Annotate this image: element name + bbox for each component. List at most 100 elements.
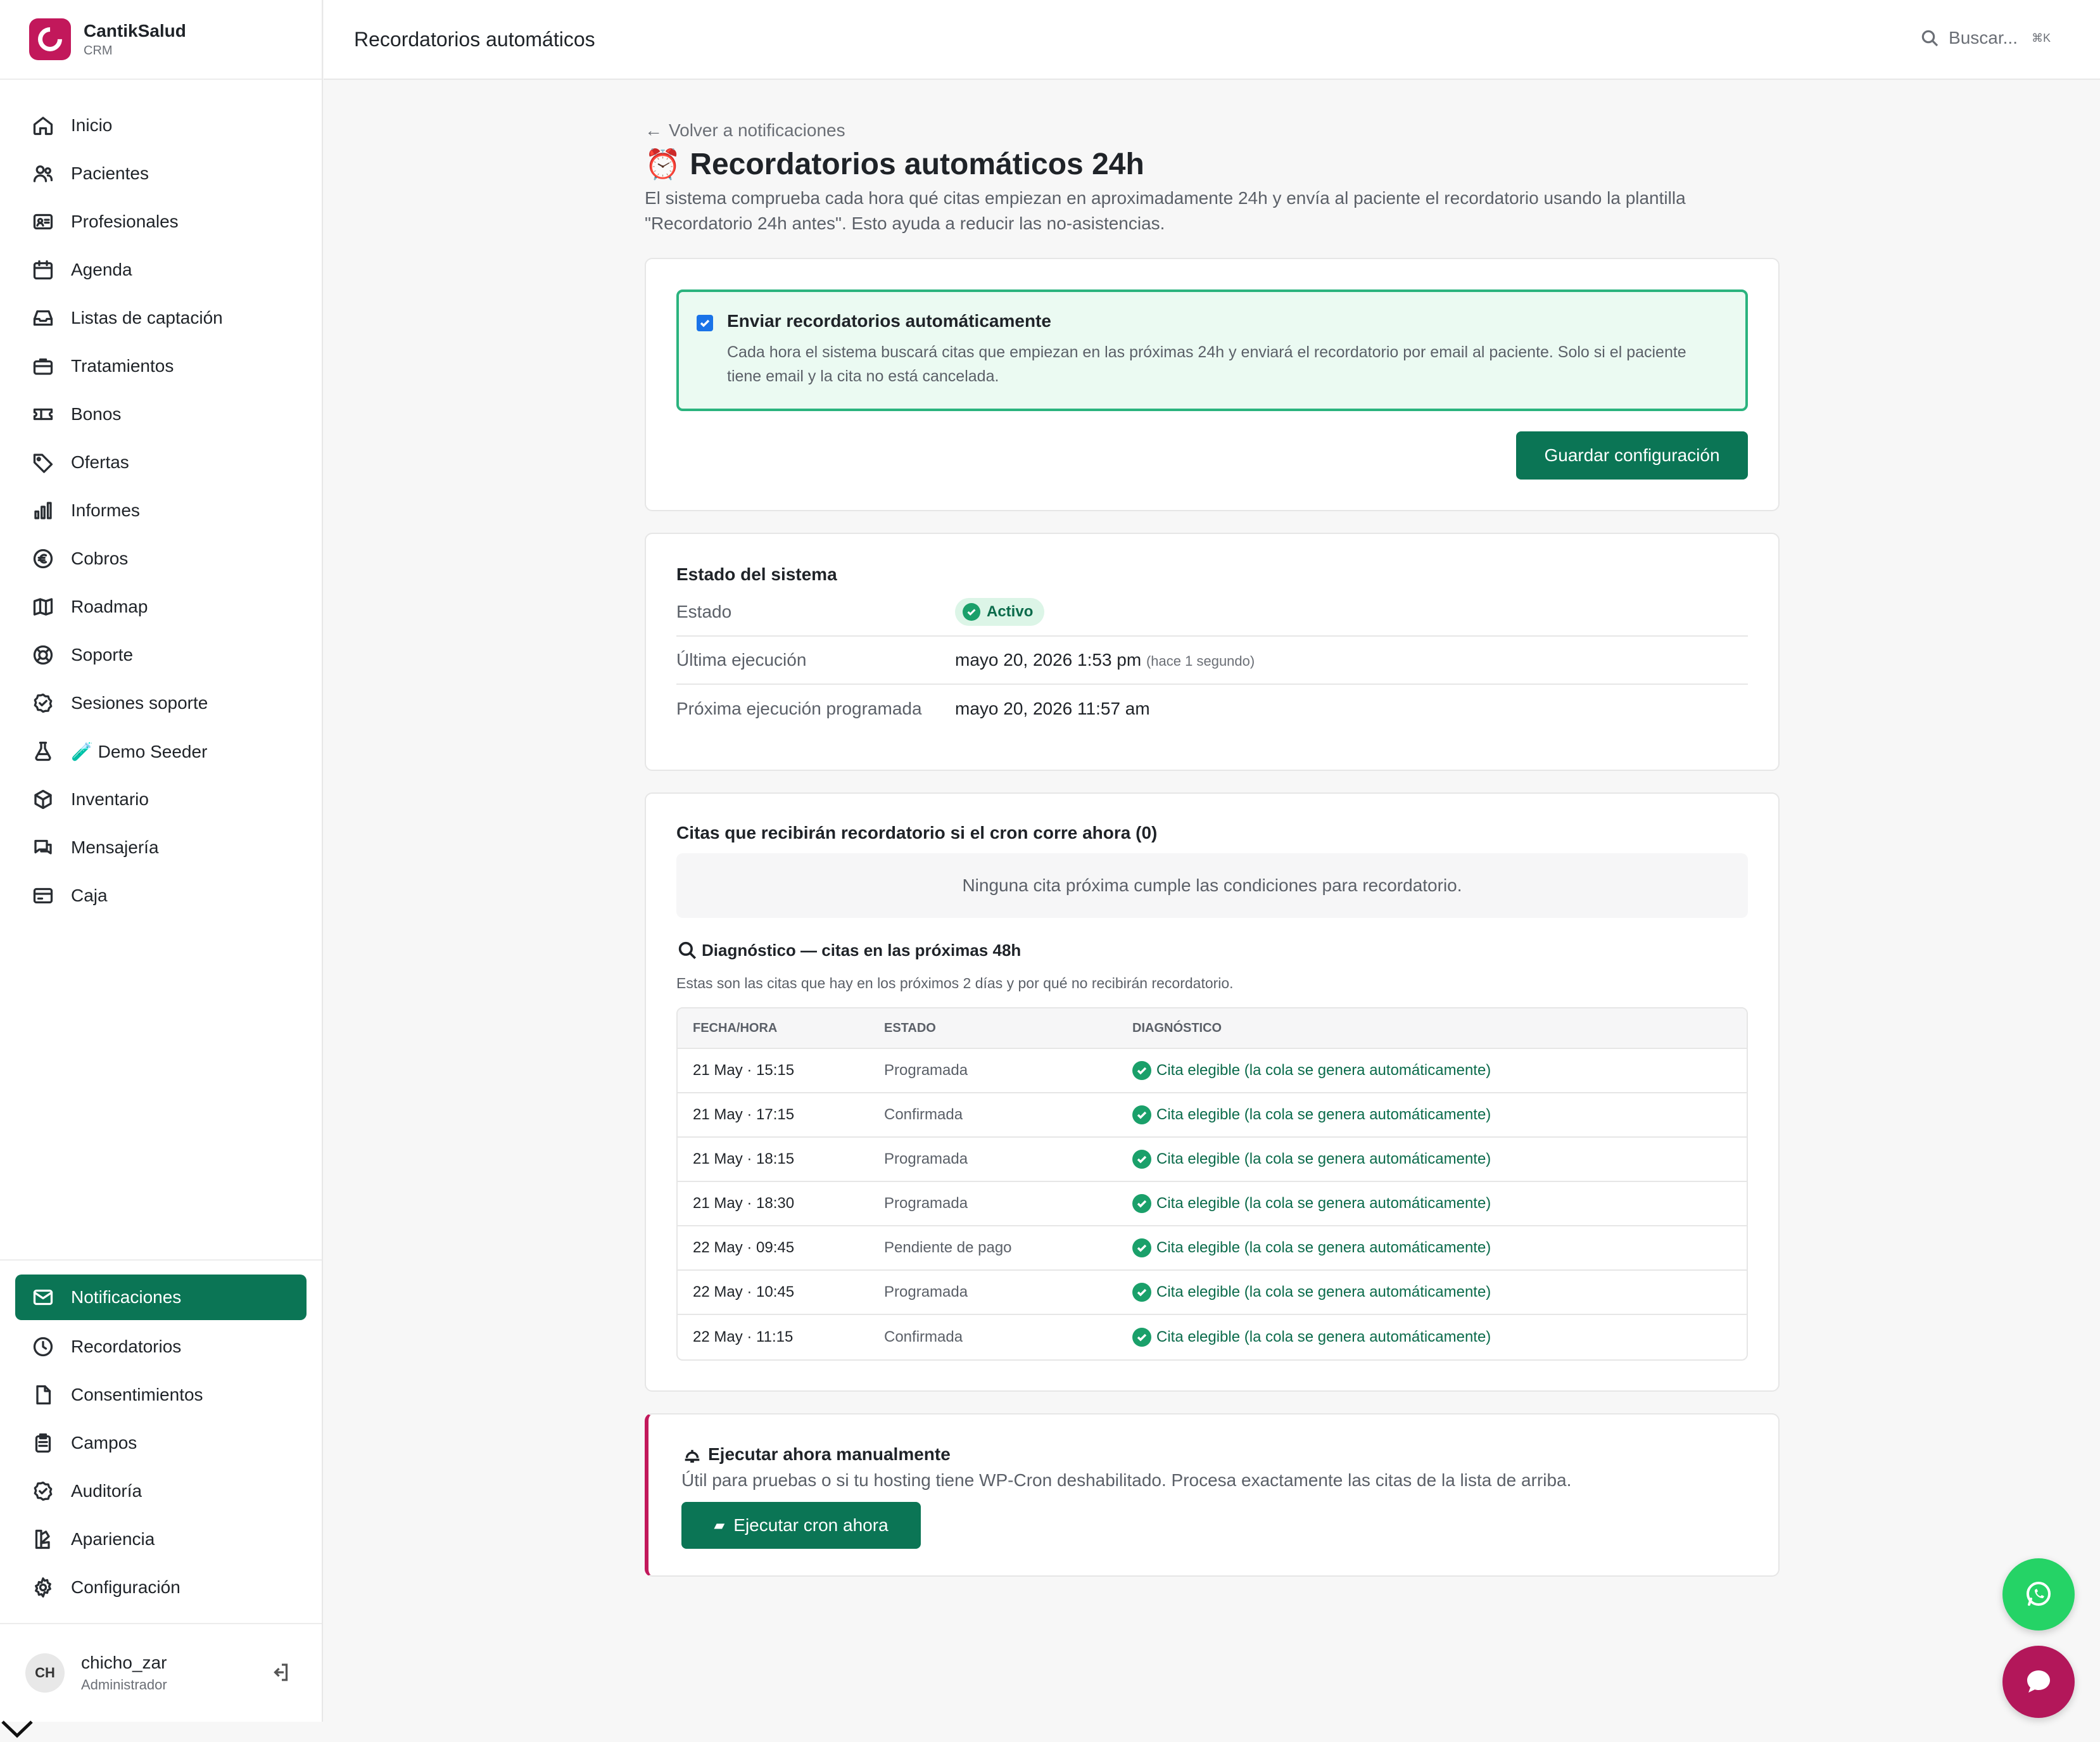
chat-support-button[interactable] xyxy=(2002,1646,2075,1718)
sidebar-item-configuracion[interactable]: Configuración xyxy=(0,1563,322,1612)
auto-reminder-option[interactable]: Enviar recordatorios automáticamente Cad… xyxy=(676,289,1748,411)
cell-datetime: 21 May · 18:30 xyxy=(693,1195,795,1212)
sidebar-item-campos[interactable]: Campos xyxy=(0,1419,322,1467)
check-circle-icon xyxy=(1132,1283,1151,1302)
sidebar-item-sesiones-soporte[interactable]: Sesiones soporte xyxy=(0,679,322,727)
arrow-left-icon: ← xyxy=(645,120,662,140)
sidebar-item-notificaciones[interactable]: Notificaciones xyxy=(15,1275,307,1320)
search-input[interactable]: Buscar... ⌘K xyxy=(1920,28,2051,48)
table-header: FECHA/HORA ESTADO DIAGNÓSTICO xyxy=(678,1008,1747,1049)
auto-reminder-checkbox[interactable] xyxy=(697,315,713,331)
last-run-ago: (hace 1 segundo) xyxy=(1146,653,1255,669)
table-row: 21 May · 17:15 Confirmada Cita elegible … xyxy=(678,1093,1747,1138)
cell-diagnosis: Cita elegible (la cola se genera automát… xyxy=(1156,1150,1491,1167)
search-placeholder: Buscar... xyxy=(1949,28,2018,48)
sidebar-item-apariencia[interactable]: Apariencia xyxy=(0,1515,322,1563)
brand[interactable]: CantikSalud CRM xyxy=(0,0,322,80)
back-link-label: Volver a notificaciones xyxy=(669,120,845,140)
sidebar-item-consentimientos[interactable]: Consentimientos xyxy=(0,1371,322,1419)
sidebar-item-mensajeria[interactable]: Mensajería xyxy=(0,823,322,872)
sidebar-item-label: Profesionales xyxy=(71,212,179,231)
sidebar: CantikSalud CRM Inicio Pacientes Profesi… xyxy=(0,0,323,1722)
user-name: chicho_zar xyxy=(81,1653,167,1672)
page-description: El sistema comprueba cada hora qué citas… xyxy=(645,188,1686,233)
sidebar-item-pacientes[interactable]: Pacientes xyxy=(0,149,322,198)
sidebar-item-roadmap[interactable]: Roadmap xyxy=(0,583,322,631)
save-config-button[interactable]: Guardar configuración xyxy=(1516,431,1748,480)
whatsapp-button[interactable] xyxy=(2002,1558,2075,1631)
file-icon xyxy=(30,1382,56,1408)
search-icon xyxy=(1921,30,1939,47)
run-cron-button[interactable]: ▰ Ejecutar cron ahora xyxy=(681,1502,921,1549)
column-header-datetime: FECHA/HORA xyxy=(693,1020,778,1035)
brand-name: CantikSalud xyxy=(84,20,186,41)
topbar: Recordatorios automáticos Buscar... ⌘K xyxy=(324,0,2100,80)
table-row: 21 May · 18:30 Programada Cita elegible … xyxy=(678,1182,1747,1226)
sidebar-item-label: Listas de captación xyxy=(71,308,223,327)
sidebar-nav: Inicio Pacientes Profesionales Agenda Li… xyxy=(0,80,322,920)
sidebar-item-bonos[interactable]: Bonos xyxy=(0,390,322,438)
cell-datetime: 21 May · 15:15 xyxy=(693,1062,795,1079)
cell-datetime: 22 May · 09:45 xyxy=(693,1239,795,1256)
logout-icon[interactable] xyxy=(269,1661,294,1686)
last-run-key: Última ejecución xyxy=(676,650,807,670)
palette-icon xyxy=(30,1527,56,1552)
chevron-down-icon[interactable] xyxy=(0,1718,34,1739)
sidebar-item-auditoria[interactable]: Auditoría xyxy=(0,1467,322,1515)
queue-empty-state: Ninguna cita próxima cumple las condicio… xyxy=(676,853,1748,918)
sidebar-item-recordatorios[interactable]: Recordatorios xyxy=(0,1323,322,1371)
sidebar-item-tratamientos[interactable]: Tratamientos xyxy=(0,342,322,390)
sidebar-item-ofertas[interactable]: Ofertas xyxy=(0,438,322,486)
gear-icon xyxy=(30,1575,56,1600)
flask-icon xyxy=(30,739,56,764)
check-circle-icon xyxy=(1132,1150,1151,1169)
diagnostic-title-text: Diagnóstico — citas en las próximas 48h xyxy=(702,940,1022,960)
page-title: ⏰ Recordatorios automáticos 24h xyxy=(645,147,1780,182)
diagnostic-title: Diagnóstico — citas en las próximas 48h xyxy=(676,939,1748,961)
run-icon: ▰ xyxy=(714,1517,725,1533)
whatsapp-icon xyxy=(2027,1582,2051,1606)
cell-diagnosis: Cita elegible (la cola se genera automát… xyxy=(1156,1239,1491,1256)
sidebar-item-label: Inicio xyxy=(71,115,113,135)
sidebar-item-caja[interactable]: Caja xyxy=(0,872,322,920)
check-circle-icon xyxy=(1132,1238,1151,1257)
map-icon xyxy=(30,594,56,620)
manual-run-card: Ejecutar ahora manualmente Útil para pru… xyxy=(645,1413,1780,1577)
sidebar-item-label: 🧪 Demo Seeder xyxy=(71,741,208,761)
cell-diagnosis: Cita elegible (la cola se genera automát… xyxy=(1156,1062,1491,1079)
manual-run-title: Ejecutar ahora manualmente xyxy=(681,1444,1745,1465)
cell-datetime: 21 May · 17:15 xyxy=(693,1106,795,1123)
chat-bubble-icon xyxy=(2027,1670,2050,1693)
queue-card: Citas que recibirán recordatorio si el c… xyxy=(645,792,1780,1392)
sidebar-item-informes[interactable]: Informes xyxy=(0,486,322,535)
sidebar-item-label: Roadmap xyxy=(71,597,148,616)
sidebar-item-agenda[interactable]: Agenda xyxy=(0,246,322,294)
sidebar-item-demo-seeder[interactable]: 🧪 Demo Seeder xyxy=(0,727,322,775)
sidebar-item-label: Soporte xyxy=(71,645,134,664)
sidebar-item-label: Ofertas xyxy=(71,452,129,472)
next-run-value: mayo 20, 2026 11:57 am xyxy=(955,699,1150,718)
sidebar-item-listas[interactable]: Listas de captación xyxy=(0,294,322,342)
user-role: Administrador xyxy=(81,1677,167,1693)
sidebar-item-label: Caja xyxy=(71,886,108,905)
user-profile[interactable]: CH chicho_zar Administrador xyxy=(0,1623,322,1722)
sidebar-item-inventario[interactable]: Inventario xyxy=(0,775,322,823)
brand-logo-icon xyxy=(29,18,71,60)
table-row: 21 May · 18:15 Programada Cita elegible … xyxy=(678,1138,1747,1182)
column-header-status: ESTADO xyxy=(884,1020,936,1035)
back-link[interactable]: ← Volver a notificaciones xyxy=(645,120,1780,141)
cell-diagnosis: Cita elegible (la cola se genera automát… xyxy=(1156,1195,1491,1212)
sidebar-item-profesionales[interactable]: Profesionales xyxy=(0,198,322,246)
sidebar-item-inicio[interactable]: Inicio xyxy=(0,101,322,149)
check-icon xyxy=(700,319,710,327)
check-circle-icon xyxy=(1132,1061,1151,1080)
checkbox-label: Enviar recordatorios automáticamente xyxy=(727,311,1051,331)
cell-status: Programada xyxy=(884,1195,968,1212)
cell-status: Programada xyxy=(884,1150,968,1167)
users-icon xyxy=(30,161,56,186)
sidebar-item-soporte[interactable]: Soporte xyxy=(0,631,322,679)
chat-icon xyxy=(30,835,56,860)
table-row: 22 May · 10:45 Programada Cita elegible … xyxy=(678,1271,1747,1315)
sidebar-item-label: Inventario xyxy=(71,789,149,809)
sidebar-item-cobros[interactable]: Cobros xyxy=(0,535,322,583)
